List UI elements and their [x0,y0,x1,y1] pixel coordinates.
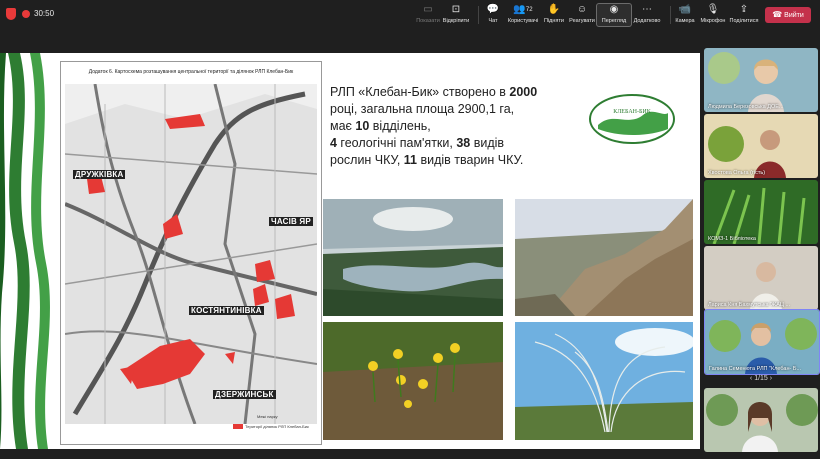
chevron-left-icon[interactable]: ‹ [750,375,752,382]
map-image [65,84,317,424]
decorative-waves [0,53,60,449]
photo-river-landscape [323,199,503,316]
participant-name: Галина Семенюта РЛП "Клебан- Б... [709,366,802,372]
more-icon: ⋯ [642,4,652,15]
shield-icon [6,8,16,20]
map-label-chasiv-yar: ЧАСІВ ЯР [269,217,313,226]
meeting-timer: 30:50 [34,9,55,18]
participant-name: Хвостова Ольга (гість) [708,170,766,176]
slide-description: РЛП «Клебан-Бик» створено в 2000 році, з… [330,85,538,167]
participant-tile[interactable]: КОМЗ-1 Бібліотека [704,180,818,244]
participant-name: Людмила Березовська ДОЕ... [708,104,784,110]
shared-slide: Додаток 6. Картосхема розташування центр… [0,53,700,449]
leave-button[interactable]: ☎ Вийти [765,7,811,23]
photo-yellow-tulips [323,322,503,440]
photo-rocky-slope [515,199,693,316]
share-button[interactable]: ⇪ Поділитися [724,4,764,24]
map-label-kostiantynivka: КОСТЯНТИНІВКА [189,306,264,315]
legend-boundary: Межі парку [257,414,278,419]
phone-icon: ☎ [772,10,783,19]
participant-video [705,310,819,374]
participant-name: Лариса Кня Бахмутська 'ЖАЦ ... [708,302,791,308]
participant-tile[interactable]: Хвостова Ольга (гість) [704,114,818,178]
chevron-right-icon[interactable]: › [770,375,772,382]
more-button[interactable]: ⋯ Додатково [627,4,667,24]
park-map: Додаток 6. Картосхема розташування центр… [60,61,322,445]
participant-tile[interactable]: Людмила Березовська ДОЕ... [704,48,818,112]
recording-icon [22,10,30,18]
participant-name: КОМЗ-1 Бібліотека [708,236,756,242]
unpin-icon: ⊡ [451,4,461,15]
logo-text: КЛЕБАН-БИК [613,109,652,115]
photo-feather-grass [515,322,693,440]
participant-tile-active[interactable]: Галина Семенюта РЛП "Клебан- Б... [704,309,820,375]
participant-video [704,180,818,244]
meeting-toolbar: 30:50 ▭ Показати ⊡ Відкріпити 💬 Чат 👥72 … [0,0,820,30]
participant-video [704,48,818,112]
participant-video [704,388,818,452]
share-icon: ⇪ [739,4,749,15]
participant-tile[interactable] [704,388,818,452]
map-title: Додаток 6. Картосхема розташування центр… [88,69,294,75]
legend-parcels: Території ділянок РЛП Клебан-Бик [233,424,329,429]
map-label-druzhkivka: ДРУЖКІВКА [73,170,126,179]
participant-count: 72 [525,7,533,13]
view-icon: ◉ [609,4,619,15]
participant-video [704,246,818,310]
participant-tile[interactable]: Лариса Кня Бахмутська 'ЖАЦ ... [704,246,818,310]
map-label-dzerzhynsk: ДЗЕРЖИНСЬК [213,390,276,399]
unpin-button[interactable]: ⊡ Відкріпити [436,4,476,24]
participant-pager: ‹ 1/15 › [749,375,773,382]
park-logo: КЛЕБАН-БИК [589,94,675,144]
participant-video [704,114,818,178]
